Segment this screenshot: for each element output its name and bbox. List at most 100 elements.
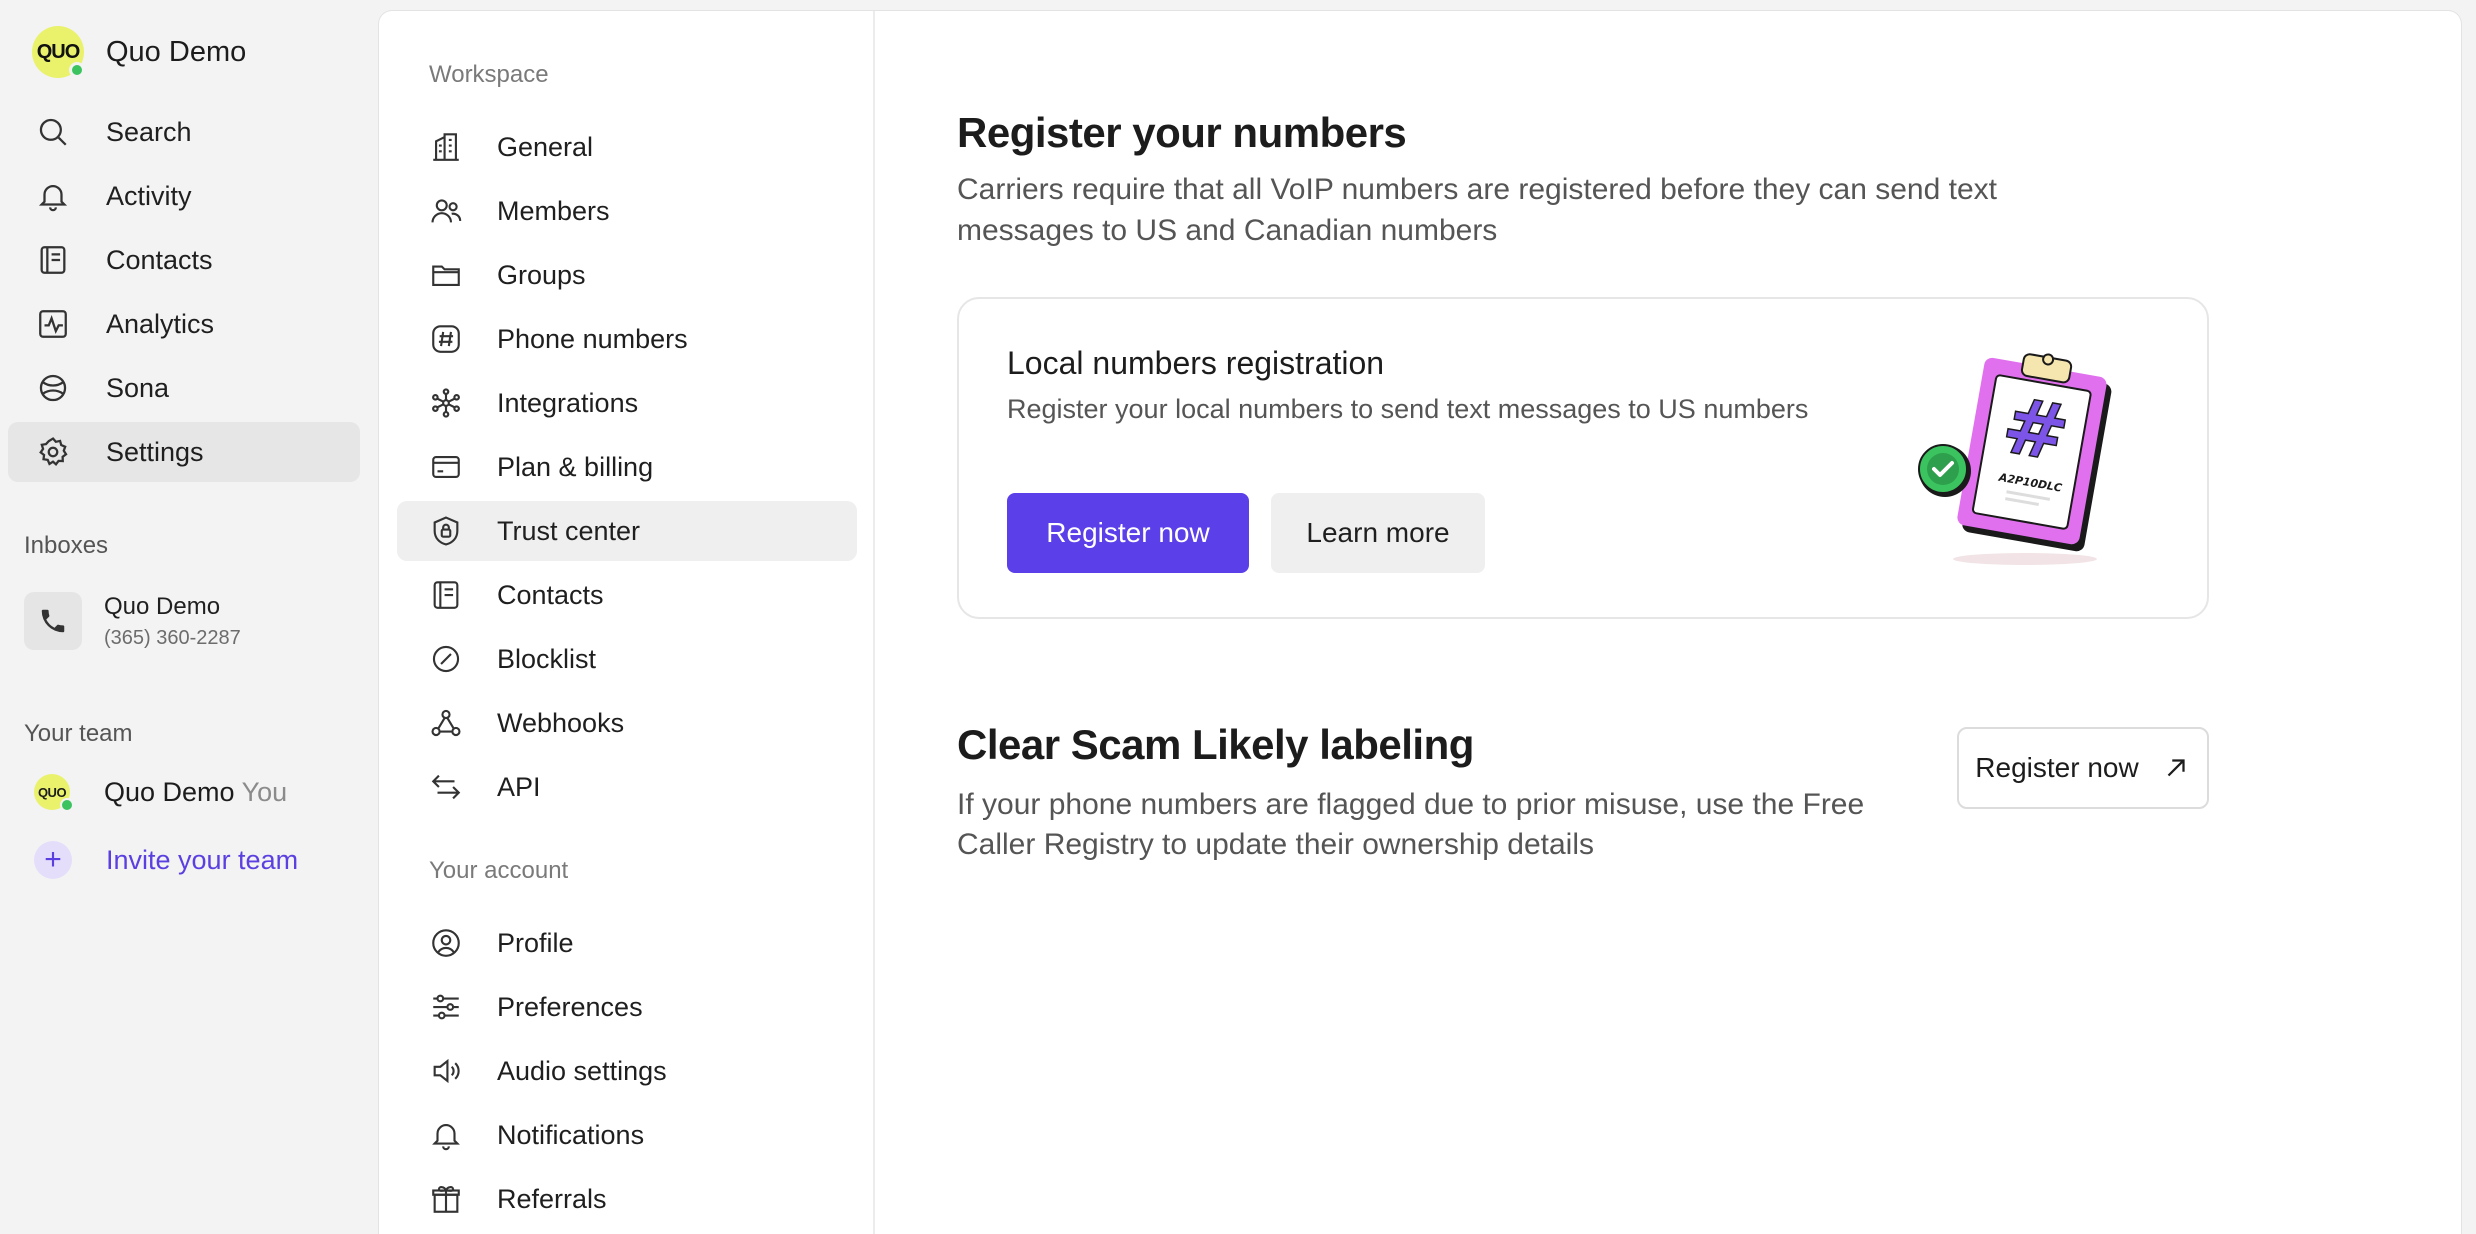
contacts-icon xyxy=(40,246,66,274)
card-icon xyxy=(432,456,460,478)
settings-item-label: Plan & billing xyxy=(497,451,654,482)
your-team-label: Your team xyxy=(24,720,133,747)
nav-item-activity[interactable]: Activity xyxy=(8,166,360,226)
settings-item-label: Groups xyxy=(497,259,586,290)
learn-more-button[interactable]: Learn more xyxy=(1271,493,1485,573)
nav-item-sona[interactable]: Sona xyxy=(8,358,360,418)
account-section-label: Your account xyxy=(429,857,569,884)
nav-item-label: Activity xyxy=(106,180,192,211)
webhooks-icon xyxy=(431,709,461,737)
local-registration-card: Local numbers registration Register your… xyxy=(957,297,2209,619)
nav-item-search[interactable]: Search xyxy=(8,102,360,162)
gift-icon xyxy=(432,1186,460,1213)
workspace-switcher[interactable]: QUO Quo Demo xyxy=(32,26,246,78)
analytics-icon xyxy=(39,310,67,338)
settings-item-blocklist[interactable]: Blocklist xyxy=(397,629,857,689)
clipboard-illustration: # A2P10DLC xyxy=(1918,353,2112,565)
plus-icon: + xyxy=(34,841,72,879)
workspace-logo: QUO xyxy=(32,26,85,78)
online-status-dot xyxy=(60,798,74,812)
settings-item-integrations[interactable]: Integrations xyxy=(397,373,857,433)
settings-item-label: Phone numbers xyxy=(497,323,688,354)
inbox-number: (365) 360-2287 xyxy=(104,626,241,649)
settings-item-webhooks[interactable]: Webhooks xyxy=(397,693,857,753)
settings-item-label: Webhooks xyxy=(497,707,625,738)
settings-item-label: Trust center xyxy=(497,515,641,546)
settings-item-label: Integrations xyxy=(497,387,639,418)
shield-lock-icon xyxy=(433,516,459,546)
external-arrow-icon xyxy=(2167,759,2185,777)
settings-item-label: Audio settings xyxy=(497,1055,667,1086)
nav-item-label: Analytics xyxy=(106,308,215,339)
settings-item-label: General xyxy=(497,131,594,162)
nav-item-label: Sona xyxy=(106,372,170,403)
nav-item-label: Search xyxy=(106,116,192,147)
block-icon xyxy=(432,645,460,673)
settings-item-contacts[interactable]: Contacts xyxy=(397,565,857,625)
settings-item-groups[interactable]: Groups xyxy=(397,245,857,305)
settings-item-label: Members xyxy=(497,195,610,226)
card-description: Register your local numbers to send text… xyxy=(1007,394,1809,424)
inbox-name: Quo Demo xyxy=(104,592,221,620)
settings-item-plan-billing[interactable]: Plan & billing xyxy=(397,437,857,497)
left-nav: QUO Quo Demo Search Activity Contacts An… xyxy=(0,0,378,1234)
settings-item-label: Contacts xyxy=(497,579,604,610)
avatar: QUO xyxy=(34,774,74,812)
register-now-button[interactable]: Register now xyxy=(1007,493,1249,573)
api-arrows-icon xyxy=(431,774,461,800)
nav-item-label: Settings xyxy=(106,436,204,467)
speaker-icon xyxy=(433,1058,460,1084)
contacts-icon xyxy=(433,581,459,609)
main-panel: Workspace General Members Groups Phone n… xyxy=(378,10,2462,1234)
team-member[interactable]: QUO Quo Demo You xyxy=(34,774,287,812)
page-subtitle: Carriers require that all VoIP numbers a… xyxy=(957,173,1997,247)
workspace-logo-text: QUO xyxy=(36,40,81,63)
scam-section-title: Clear Scam Likely labeling xyxy=(957,721,1474,768)
settings-item-trust-center[interactable]: Trust center xyxy=(397,501,857,561)
online-status-dot xyxy=(69,62,85,78)
search-icon xyxy=(39,118,67,146)
members-icon xyxy=(431,199,462,223)
settings-item-phone-numbers[interactable]: Phone numbers xyxy=(397,309,857,369)
workspace-settings-list: General Members Groups Phone numbers Int… xyxy=(397,117,857,821)
team-member-name: Quo Demo xyxy=(104,776,235,807)
settings-item-audio[interactable]: Audio settings xyxy=(397,1041,857,1101)
settings-item-label: Notifications xyxy=(497,1119,645,1150)
settings-item-profile[interactable]: Profile xyxy=(397,913,857,973)
avatar-text: QUO xyxy=(37,784,67,800)
gear-icon xyxy=(39,437,68,466)
inbox-item[interactable]: Quo Demo (365) 360-2287 xyxy=(24,592,241,650)
settings-item-label: Preferences xyxy=(497,991,643,1022)
settings-item-referrals[interactable]: Referrals xyxy=(397,1169,857,1229)
scam-button-label: Register now xyxy=(1975,752,2139,783)
settings-item-preferences[interactable]: Preferences xyxy=(397,977,857,1037)
sona-icon xyxy=(39,374,67,402)
workspace-section-label: Workspace xyxy=(429,61,549,88)
nav-item-settings[interactable]: Settings xyxy=(8,422,360,482)
nav-item-analytics[interactable]: Analytics xyxy=(8,294,360,354)
hash-icon xyxy=(432,325,460,353)
page-title: Register your numbers xyxy=(957,109,1407,156)
invite-team-button[interactable]: + Invite your team xyxy=(34,841,298,879)
nav-item-label: Contacts xyxy=(106,244,213,275)
scam-register-now-button[interactable]: Register now xyxy=(1957,727,2209,809)
settings-item-label: Blocklist xyxy=(497,643,597,674)
settings-item-members[interactable]: Members xyxy=(397,181,857,241)
primary-nav: Search Activity Contacts Analytics Sona … xyxy=(8,102,360,486)
phone-icon xyxy=(24,592,82,650)
sliders-icon xyxy=(433,994,459,1020)
inboxes-label: Inboxes xyxy=(24,532,109,559)
building-icon xyxy=(433,133,459,161)
settings-item-label: API xyxy=(497,771,541,802)
bell-icon xyxy=(432,1124,460,1151)
settings-item-label: Profile xyxy=(497,927,574,958)
scam-section-description: If your phone numbers are flagged due to… xyxy=(957,788,1865,861)
settings-item-general[interactable]: General xyxy=(397,117,857,177)
settings-item-api[interactable]: API xyxy=(397,757,857,817)
workspace-name: Quo Demo xyxy=(106,35,247,68)
card-title: Local numbers registration xyxy=(1007,345,1385,381)
folder-icon xyxy=(432,265,460,286)
nav-item-contacts[interactable]: Contacts xyxy=(8,230,360,290)
settings-item-notifications[interactable]: Notifications xyxy=(397,1105,857,1165)
integrations-icon xyxy=(432,388,460,418)
